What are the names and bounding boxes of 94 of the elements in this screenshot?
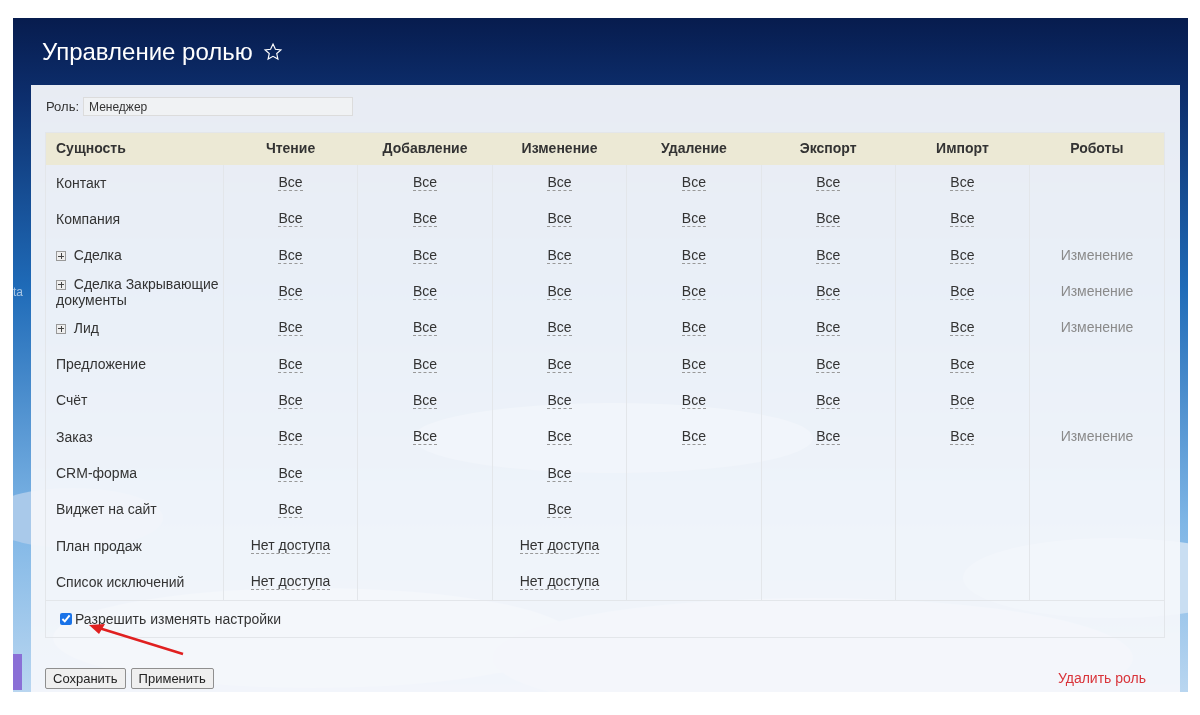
permission-link[interactable]: Все — [950, 210, 975, 228]
page-title: Управление ролью — [42, 36, 253, 67]
permission-link[interactable]: Все — [681, 391, 706, 409]
robots-permission: Изменение — [1060, 283, 1134, 300]
column-header: Экспорт — [761, 132, 896, 165]
entity-name: Контакт — [56, 174, 108, 191]
delete-role-link[interactable]: Удалить роль — [1057, 668, 1146, 690]
permission-link[interactable]: Все — [816, 210, 841, 228]
role-label: Роль: — [45, 98, 79, 116]
entity-name: Лид — [56, 319, 219, 336]
allow-settings-checkbox[interactable] — [60, 613, 72, 626]
column-header: Сущность — [46, 132, 224, 165]
permission-link[interactable]: Все — [278, 464, 303, 482]
entity-name: CRM-форма — [56, 465, 139, 481]
column-header: Роботы — [1029, 132, 1164, 165]
robots-permission: Изменение — [1060, 428, 1134, 445]
expand-icon[interactable] — [56, 323, 66, 334]
permission-link[interactable]: Все — [412, 174, 438, 192]
permission-link[interactable]: Все — [816, 246, 841, 264]
expand-icon[interactable] — [56, 279, 66, 290]
permission-link[interactable]: Все — [278, 283, 303, 301]
entity-name: Сделка Закрывающие документы — [56, 275, 219, 308]
permission-link[interactable]: Все — [412, 355, 438, 373]
entity-name: Предложение — [56, 356, 147, 373]
permission-link[interactable]: Все — [547, 319, 572, 337]
permission-link[interactable]: Все — [950, 391, 975, 409]
apply-button[interactable]: Применить — [130, 668, 214, 690]
permission-link[interactable]: Все — [816, 391, 841, 409]
permission-link[interactable]: Все — [278, 319, 303, 337]
permission-link[interactable]: Все — [681, 428, 706, 446]
permission-link[interactable]: Все — [547, 283, 572, 301]
permission-link[interactable]: Все — [547, 210, 572, 228]
permission-link[interactable]: Все — [278, 428, 303, 446]
permission-link[interactable]: Все — [681, 246, 706, 264]
permission-link[interactable]: Нет доступа — [250, 537, 331, 555]
role-input[interactable]: Менеджер — [83, 97, 353, 117]
permission-link[interactable]: Все — [950, 174, 975, 192]
star-icon[interactable] — [262, 41, 283, 62]
permission-link[interactable]: Все — [681, 319, 706, 337]
permission-link[interactable]: Все — [412, 283, 438, 301]
permission-link[interactable]: Все — [278, 210, 303, 228]
edge-text: ta — [13, 284, 24, 301]
permission-link[interactable]: Все — [278, 246, 303, 264]
permission-link[interactable]: Все — [816, 319, 841, 337]
entity-name: Сделка — [56, 247, 219, 264]
permission-link[interactable]: Все — [412, 319, 438, 337]
entity-name: Виджет на сайт — [56, 501, 158, 518]
robots-permission: Изменение — [1060, 319, 1134, 336]
permission-link[interactable]: Все — [278, 174, 303, 192]
permission-link[interactable]: Все — [547, 428, 572, 446]
permission-link[interactable]: Все — [547, 500, 572, 518]
entity-name: Список исключений — [56, 573, 186, 590]
permission-link[interactable]: Все — [412, 246, 438, 264]
column-header: Удаление — [626, 132, 762, 165]
permission-link[interactable]: Все — [816, 283, 841, 301]
allow-settings-label: Разрешить изменять настройки — [75, 609, 281, 629]
permission-link[interactable]: Все — [412, 391, 438, 409]
column-header: Добавление — [357, 132, 493, 165]
permission-link[interactable]: Нет доступа — [519, 537, 600, 555]
column-header: Изменение — [492, 132, 627, 165]
save-button[interactable]: Сохранить — [45, 668, 126, 690]
entity-name: Компания — [56, 210, 122, 227]
permission-link[interactable]: Все — [681, 210, 706, 228]
permission-link[interactable]: Все — [547, 355, 572, 373]
permission-link[interactable]: Все — [278, 391, 303, 409]
column-header: Импорт — [895, 132, 1030, 165]
robots-permission: Изменение — [1060, 246, 1134, 263]
permission-link[interactable]: Все — [681, 283, 706, 301]
permission-link[interactable]: Все — [816, 428, 841, 446]
entity-name: План продаж — [56, 537, 143, 554]
permission-link[interactable]: Все — [681, 355, 706, 373]
permission-link[interactable]: Все — [681, 174, 706, 192]
permission-link[interactable]: Все — [816, 174, 841, 192]
permission-link[interactable]: Все — [547, 464, 572, 482]
permission-link[interactable]: Все — [547, 391, 572, 409]
permission-link[interactable]: Все — [950, 428, 975, 446]
sidebar-edge — [13, 654, 22, 690]
permission-link[interactable]: Все — [816, 355, 841, 373]
permission-link[interactable]: Все — [412, 210, 438, 228]
entity-name: Счёт — [56, 392, 89, 409]
permission-link[interactable]: Все — [547, 246, 572, 264]
permission-link[interactable]: Все — [278, 355, 303, 373]
permission-link[interactable]: Все — [950, 355, 975, 373]
permission-link[interactable]: Все — [950, 319, 975, 337]
column-header: Чтение — [223, 132, 358, 165]
permission-link[interactable]: Все — [547, 174, 572, 192]
permission-link[interactable]: Все — [278, 500, 303, 518]
permission-link[interactable]: Все — [412, 428, 438, 446]
permission-link[interactable]: Все — [950, 246, 975, 264]
expand-icon[interactable] — [56, 251, 66, 262]
entity-name: Заказ — [56, 428, 94, 445]
permission-link[interactable]: Все — [950, 283, 975, 301]
permission-link[interactable]: Нет доступа — [519, 573, 600, 591]
permission-link[interactable]: Нет доступа — [250, 573, 331, 591]
